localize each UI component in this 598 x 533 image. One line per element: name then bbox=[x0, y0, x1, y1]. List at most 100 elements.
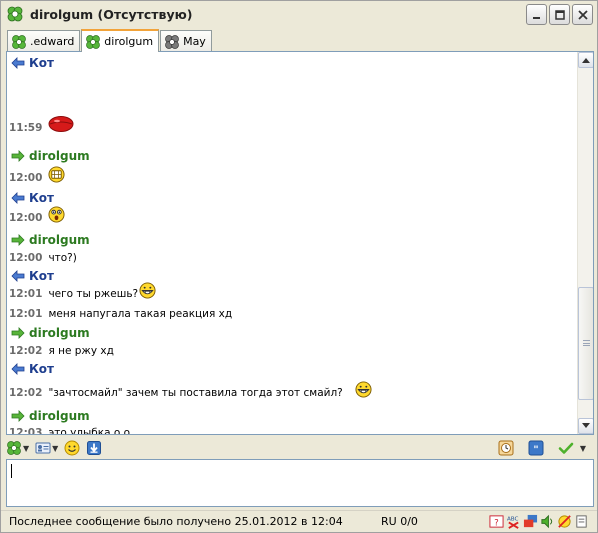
sender-nick[interactable]: dirolgum bbox=[29, 409, 90, 423]
sender-nick[interactable]: dirolgum bbox=[29, 326, 90, 340]
sender-row: Кот bbox=[9, 190, 54, 206]
svg-text:ABC: ABC bbox=[507, 517, 519, 523]
sender-row: Кот bbox=[9, 55, 54, 71]
sender-row: Кот bbox=[9, 361, 54, 377]
chat-window: dirolgum (Отсутствую) .edward dirolgum M… bbox=[0, 0, 598, 533]
history-button[interactable] bbox=[498, 439, 514, 457]
incoming-arrow-icon bbox=[11, 192, 25, 204]
flower-offline-icon bbox=[165, 34, 179, 49]
insert-smiley-button[interactable] bbox=[64, 439, 80, 457]
minimize-button[interactable] bbox=[526, 4, 547, 25]
language-indicator: RU 0/0 bbox=[381, 515, 418, 528]
maximize-button[interactable] bbox=[549, 4, 570, 25]
window-cascade-icon[interactable] bbox=[523, 514, 538, 529]
message-text: "зачтосмайл" зачем ты поставила тогда эт… bbox=[48, 387, 343, 399]
chevron-down-icon: ▼ bbox=[52, 443, 59, 453]
sender-nick[interactable]: dirolgum bbox=[29, 233, 90, 247]
contact-card-icon bbox=[35, 442, 51, 454]
grin-smiley-icon bbox=[355, 380, 372, 398]
spellcheck-icon[interactable]: ABC bbox=[506, 514, 521, 529]
message-row: 11:59 bbox=[9, 116, 74, 136]
scroll-thumb[interactable] bbox=[578, 287, 593, 400]
help-icon[interactable]: ? bbox=[489, 514, 504, 529]
outgoing-arrow-icon bbox=[11, 410, 25, 422]
sender-row: dirolgum bbox=[9, 408, 90, 424]
close-icon bbox=[577, 9, 588, 20]
tab-may[interactable]: May bbox=[160, 30, 212, 52]
chevron-down-icon: ▼ bbox=[579, 443, 586, 453]
message-time: 12:00 bbox=[9, 252, 43, 264]
chevron-down-icon: ▼ bbox=[23, 443, 30, 453]
message-row: 12:00 bbox=[9, 205, 65, 226]
message-row: 12:01 меня напугала такая реакция хд bbox=[9, 306, 232, 322]
send-file-button[interactable] bbox=[86, 439, 102, 457]
send-file-icon bbox=[87, 441, 102, 455]
close-button[interactable] bbox=[572, 4, 593, 25]
message-time: 12:00 bbox=[9, 212, 43, 224]
notification-icon[interactable] bbox=[557, 514, 572, 529]
last-message-status: Последнее сообщение было получено 25.01.… bbox=[9, 515, 343, 528]
sender-nick[interactable]: Кот bbox=[29, 362, 54, 376]
maximize-icon bbox=[554, 9, 565, 20]
tab-label: dirolgum bbox=[104, 35, 154, 48]
message-input[interactable] bbox=[6, 459, 594, 507]
message-time: 12:02 bbox=[9, 387, 43, 399]
message-time: 12:01 bbox=[9, 308, 43, 320]
shocked-smiley-icon bbox=[48, 205, 65, 223]
vertical-scrollbar[interactable] bbox=[577, 52, 593, 434]
message-text: я не ржу хд bbox=[48, 345, 114, 357]
scroll-up-button[interactable] bbox=[578, 52, 593, 68]
flower-icon bbox=[86, 34, 101, 49]
tab-label: May bbox=[183, 35, 206, 48]
kiss-smiley-icon bbox=[48, 115, 74, 133]
send-button[interactable]: ▼ bbox=[558, 439, 586, 457]
sender-row: dirolgum bbox=[9, 148, 90, 164]
sender-nick[interactable]: dirolgum bbox=[29, 149, 90, 163]
message-row: 12:02 я не ржу хд bbox=[9, 343, 114, 359]
message-time: 11:59 bbox=[9, 122, 43, 134]
message-time: 12:02 bbox=[9, 345, 43, 357]
checkmark-icon bbox=[558, 442, 574, 454]
message-text: это улыбка о.о bbox=[48, 427, 131, 435]
arrow-down-icon bbox=[582, 423, 590, 428]
scroll-down-button[interactable] bbox=[578, 418, 593, 434]
sender-nick[interactable]: Кот bbox=[29, 191, 54, 205]
tab-bar: .edward dirolgum May bbox=[7, 29, 213, 52]
sender-row: dirolgum bbox=[9, 232, 90, 248]
tab-edward[interactable]: .edward bbox=[7, 30, 81, 52]
message-text: меня напугала такая реакция хд bbox=[48, 308, 233, 320]
message-text: что?) bbox=[48, 252, 77, 264]
flower-icon bbox=[7, 6, 23, 22]
message-list: Кот 11:59 dirolgum 12:00 Кот 12:00 dirolgum 12:… bbox=[7, 52, 578, 434]
svg-text:": " bbox=[533, 445, 538, 456]
sender-nick[interactable]: Кот bbox=[29, 56, 54, 70]
history-icon bbox=[498, 440, 514, 456]
attachment-icon[interactable] bbox=[574, 514, 589, 529]
sender-row: dirolgum bbox=[9, 325, 90, 341]
svg-text:?: ? bbox=[494, 517, 498, 527]
grin-smiley-icon bbox=[139, 281, 156, 299]
quote-button[interactable]: " bbox=[528, 439, 544, 457]
message-text: чего ты ржешь? bbox=[48, 288, 139, 300]
text-caret bbox=[11, 464, 12, 478]
grin-big-smiley-icon bbox=[48, 165, 65, 183]
arrow-up-icon bbox=[582, 58, 590, 63]
outgoing-arrow-icon bbox=[11, 150, 25, 162]
outgoing-arrow-icon bbox=[11, 234, 25, 246]
message-row: 12:03 это улыбка о.о bbox=[9, 425, 131, 435]
tab-dirolgum[interactable]: dirolgum bbox=[81, 29, 160, 52]
sound-icon[interactable] bbox=[540, 514, 555, 529]
minimize-icon bbox=[532, 16, 540, 19]
message-row: 12:02 "зачтосмайл" зачем ты поставила тог… bbox=[9, 380, 372, 401]
status-menu-button[interactable]: ▼ bbox=[6, 439, 29, 457]
contact-info-button[interactable]: ▼ bbox=[35, 439, 58, 457]
message-toolbar: ▼ ▼ " ▼ bbox=[6, 437, 594, 459]
chat-log[interactable]: Кот 11:59 dirolgum 12:00 Кот 12:00 dirolgum 12:… bbox=[6, 51, 594, 435]
flower-icon bbox=[7, 441, 21, 455]
incoming-arrow-icon bbox=[11, 363, 25, 375]
message-row: 12:01 чего ты ржешь? bbox=[9, 281, 156, 302]
status-bar: Последнее сообщение было получено 25.01.… bbox=[1, 510, 597, 532]
incoming-arrow-icon bbox=[11, 57, 25, 69]
message-time: 12:01 bbox=[9, 288, 43, 300]
sender-nick[interactable]: Кот bbox=[29, 269, 54, 283]
